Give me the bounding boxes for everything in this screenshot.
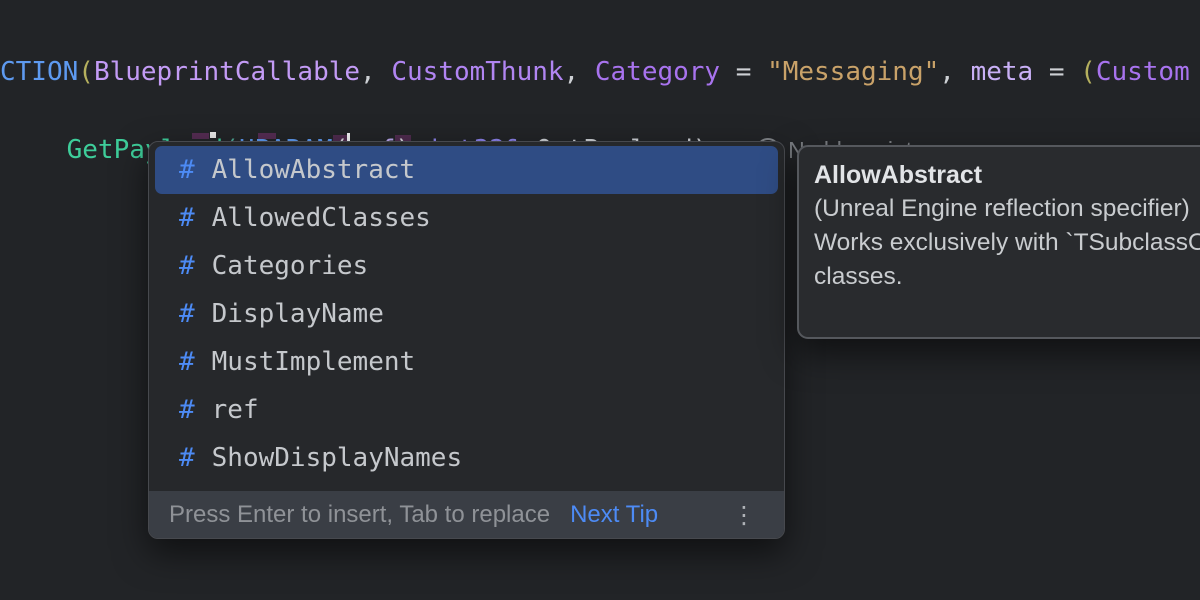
comma: , <box>564 57 595 87</box>
quick-doc-popup: AllowAbstract (Unreal Engine reflection … <box>797 145 1200 339</box>
more-options-icon[interactable]: ⋮ <box>732 501 756 529</box>
next-line-caret-sliver <box>210 132 216 138</box>
comma: , <box>360 57 391 87</box>
specifier: CustomThunk <box>391 57 563 87</box>
doc-line: classes. <box>814 260 1200 294</box>
attribute-icon: # <box>179 251 195 281</box>
completion-item-label: AllowAbstract <box>212 155 416 185</box>
specifier: Category <box>595 57 720 87</box>
completion-item-label: AllowedClasses <box>212 203 431 233</box>
completion-item-allowabstract[interactable]: # AllowAbstract <box>155 146 778 194</box>
doc-line: (Unreal Engine reflection specifier) <box>814 192 1200 226</box>
next-line-highlight-sliver <box>258 133 276 139</box>
paren: ( <box>1080 57 1096 87</box>
completion-footer-hint: Press Enter to insert, Tab to replace <box>169 501 550 529</box>
completion-footer: Press Enter to insert, Tab to replace Ne… <box>149 491 784 538</box>
attribute-icon: # <box>179 443 195 473</box>
completion-item-allowedclasses[interactable]: # AllowedClasses <box>149 194 784 242</box>
completion-item-ref[interactable]: # ref <box>149 386 784 434</box>
attribute-icon: # <box>179 347 195 377</box>
completion-list: # AllowAbstract # AllowedClasses # Categ… <box>149 142 784 482</box>
attribute-icon: # <box>179 299 195 329</box>
completion-item-label: ref <box>212 395 259 425</box>
string-literal: "Messaging" <box>767 57 939 87</box>
operator: = <box>720 57 767 87</box>
completion-item-label: ShowDisplayNames <box>212 443 462 473</box>
paren: ( <box>78 57 94 87</box>
completion-item-displayname[interactable]: # DisplayName <box>149 290 784 338</box>
completion-item-categories[interactable]: # Categories <box>149 242 784 290</box>
operator: = <box>1033 57 1080 87</box>
specifier: meta <box>971 57 1034 87</box>
completion-item-label: Categories <box>212 251 369 281</box>
next-line-highlight-sliver <box>192 133 209 139</box>
completion-item-label: MustImplement <box>212 347 416 377</box>
next-tip-link[interactable]: Next Tip <box>570 501 658 529</box>
completion-item-label: DisplayName <box>212 299 384 329</box>
completion-item-mustimplement[interactable]: # MustImplement <box>149 338 784 386</box>
attribute-icon: # <box>179 203 195 233</box>
doc-title: AllowAbstract <box>814 158 1200 192</box>
completion-item-showdisplaynames[interactable]: # ShowDisplayNames <box>149 434 784 482</box>
macro-name: CTION <box>0 57 78 87</box>
comma: , <box>939 57 970 87</box>
code-line-ufunction: CTION(BlueprintCallable, CustomThunk, Ca… <box>0 55 1190 89</box>
attribute-icon: # <box>179 395 195 425</box>
doc-line: Works exclusively with `TSubclassOf` <box>814 226 1200 260</box>
code-completion-popup: # AllowAbstract # AllowedClasses # Categ… <box>148 141 785 539</box>
attribute-icon: # <box>179 155 195 185</box>
specifier: Custom <box>1096 57 1190 87</box>
specifier: BlueprintCallable <box>94 57 360 87</box>
